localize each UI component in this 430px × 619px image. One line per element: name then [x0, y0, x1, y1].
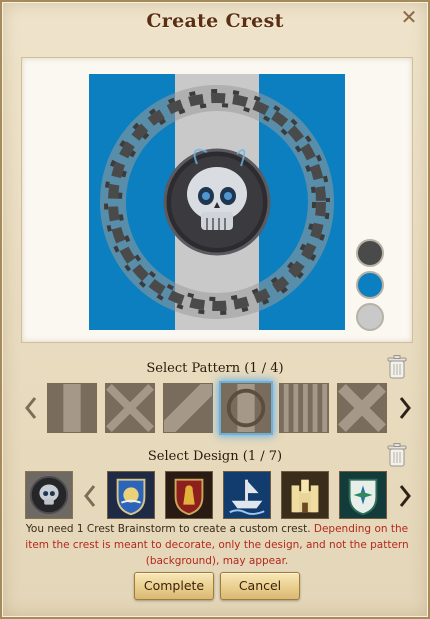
color-swatch-light-gray[interactable]: [356, 303, 384, 331]
complete-button[interactable]: Complete: [134, 572, 214, 600]
crest-preview-panel: [21, 57, 413, 343]
close-button[interactable]: ✕: [399, 7, 419, 27]
pattern-prev-arrow-icon[interactable]: [24, 396, 38, 420]
pattern-tile-pale-stripe[interactable]: [47, 383, 97, 433]
trash-icon[interactable]: [387, 443, 407, 467]
select-design-label: Select Design (1 / 7): [147, 449, 283, 464]
trash-icon[interactable]: [387, 355, 407, 379]
crest-info-text: You need 1 Crest Brainstorm to create a …: [20, 521, 414, 569]
create-crest-window: Create Crest ✕ Select Pattern (1 / 4) Se…: [0, 0, 430, 619]
pattern-tile-circle-stripes[interactable]: [221, 383, 271, 433]
color-swatch-blue[interactable]: [356, 271, 384, 299]
design-tile-ship-shield-icon[interactable]: [107, 471, 155, 519]
pattern-tile-saltire-2[interactable]: [337, 383, 387, 433]
skull-emblem: [163, 148, 271, 256]
design-prev-arrow-icon[interactable]: [83, 484, 97, 508]
info-requirement-text: You need 1 Crest Brainstorm to create a …: [25, 523, 311, 535]
design-tile-lion-shield-icon[interactable]: [165, 471, 213, 519]
design-next-arrow-icon[interactable]: [398, 484, 412, 508]
cancel-button[interactable]: Cancel: [220, 572, 300, 600]
design-tile-compass-shield-icon[interactable]: [339, 471, 387, 519]
pattern-tile-saltire[interactable]: [105, 383, 155, 433]
pattern-tile-bend[interactable]: [163, 383, 213, 433]
current-design-skull-icon[interactable]: [25, 471, 73, 519]
window-title: Create Crest: [146, 10, 284, 32]
pattern-tile-paly[interactable]: [279, 383, 329, 433]
pattern-next-arrow-icon[interactable]: [398, 396, 412, 420]
design-tile-longship-icon[interactable]: [223, 471, 271, 519]
crest-preview: [89, 74, 345, 330]
select-pattern-label: Select Pattern (1 / 4): [146, 361, 284, 376]
design-tile-castle-icon[interactable]: [281, 471, 329, 519]
color-swatch-dark-gray[interactable]: [356, 239, 384, 267]
